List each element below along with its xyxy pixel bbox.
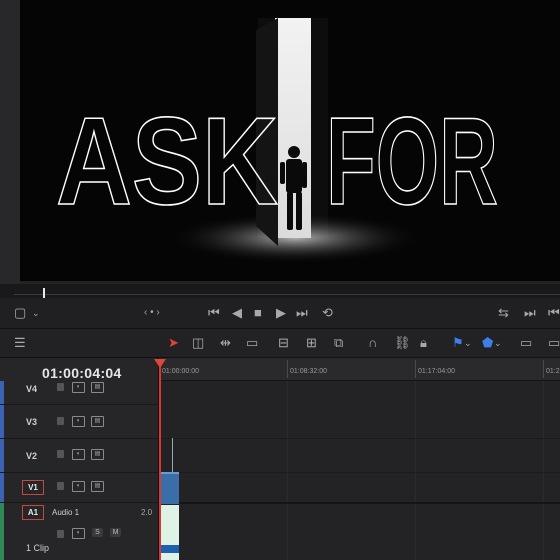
track-v3: V3 ◐ ▤ — [0, 405, 158, 439]
track-divider — [159, 502, 560, 504]
lock-icon[interactable] — [57, 530, 64, 538]
position-lock-icon[interactable]: 🔒︎ — [420, 335, 427, 351]
title-text: ASK FOR — [55, 92, 499, 232]
edit-toolbar: ☰ ➤ ◫ ⇹ ▭ ⊟ ⊞ ⧉ ∩ ⛓ 🔒︎ ⚑ ⌄ ⬟ ⌄ ▭ ▭ — [0, 329, 560, 358]
insert-clip-icon[interactable]: ⊟ — [278, 335, 289, 351]
track-level-a1: 2.0 — [141, 508, 153, 517]
chevron-down-icon[interactable]: ⌄ — [32, 305, 40, 321]
track-a1: A1 Audio 1 2.0 ◐ S M 1 Clip — [0, 503, 158, 560]
track-label-a1[interactable]: Audio 1 — [52, 508, 79, 517]
track-color-bar — [0, 503, 4, 560]
video-frame: ASK FOR — [20, 0, 560, 281]
track-color-bar — [0, 381, 4, 404]
scrubber-track — [14, 294, 560, 295]
timeline-playhead[interactable] — [159, 360, 161, 560]
lock-icon[interactable] — [57, 482, 64, 490]
jump-to-start-icon[interactable]: ⏮ — [208, 305, 220, 321]
play-icon[interactable]: ▶ — [276, 305, 286, 321]
auto-select-icon[interactable]: ◐ — [72, 416, 85, 427]
auto-select-icon[interactable]: ◐ — [72, 382, 85, 393]
track-visibility-icon[interactable]: ▤ — [91, 382, 104, 393]
blade-tool-icon[interactable]: ▭ — [246, 335, 258, 351]
jump-to-end-icon[interactable]: ⏭ — [296, 305, 308, 321]
ruler-label: 01:17:04:00 — [418, 368, 455, 375]
ruler-tick — [543, 360, 544, 378]
zoom-detail-icon[interactable]: ▭ — [548, 335, 560, 351]
scrubber-playhead[interactable] — [43, 288, 45, 298]
ruler-tick — [287, 360, 288, 378]
ruler-label: 01:08:32:00 — [290, 368, 327, 375]
timeline-timecode[interactable]: 01:00:04:04 — [42, 365, 122, 381]
last-frame-icon[interactable]: ⏮ — [548, 305, 560, 321]
selection-tool-icon[interactable]: ➤ — [168, 335, 179, 351]
clip-nav-label[interactable]: ‹ • › — [144, 305, 160, 321]
replace-clip-icon[interactable]: ⧉ — [334, 335, 343, 351]
lock-icon[interactable] — [57, 450, 64, 458]
gridline — [287, 381, 288, 560]
match-frame-icon[interactable]: ⇆ — [498, 305, 509, 321]
transport-bar: ▢ ⌄ ‹ • › ⏮ ◀ ■ ▶ ⏭ ⟲ ⇆ ⏭ ⏮ — [0, 298, 560, 329]
title-word-ask: ASK — [56, 93, 278, 231]
playhead-handle-icon[interactable] — [154, 359, 166, 368]
dynamic-trim-icon[interactable]: ⇹ — [220, 335, 231, 351]
track-v2: V2 ◐ ▤ — [0, 439, 158, 473]
track-v1: V1 ◐ ▤ — [0, 473, 158, 503]
track-name-v3: V3 — [26, 417, 38, 427]
track-visibility-icon[interactable]: ▤ — [91, 481, 104, 492]
track-visibility-icon[interactable]: ▤ — [91, 449, 104, 460]
marker-icon[interactable]: ⬟ — [482, 335, 493, 351]
timeline-ruler[interactable]: 01:00:00:00 01:08:32:00 01:17:04:00 01:2 — [159, 358, 560, 381]
track-color-bar — [0, 439, 4, 472]
ruler-tick — [415, 360, 416, 378]
viewer-scrubber[interactable] — [0, 284, 560, 298]
transform-icon[interactable]: ▢ — [14, 305, 26, 321]
track-name-a1[interactable]: A1 — [22, 505, 44, 520]
auto-select-icon[interactable]: ◐ — [72, 481, 85, 492]
lock-icon[interactable] — [57, 383, 64, 391]
video-clip[interactable] — [160, 472, 179, 504]
track-divider — [159, 438, 560, 439]
track-name-v1[interactable]: V1 — [22, 480, 44, 495]
mute-button[interactable]: M — [110, 528, 121, 537]
ruler-label: 01:2 — [546, 368, 560, 375]
track-divider — [159, 472, 560, 473]
track-name-v4: V4 — [26, 384, 38, 394]
overwrite-clip-icon[interactable]: ⊞ — [306, 335, 317, 351]
track-name-v2: V2 — [26, 451, 38, 461]
flag-icon[interactable]: ⚑ — [452, 335, 464, 351]
track-color-bar — [0, 473, 4, 502]
next-frame-icon[interactable]: ⏭ — [524, 305, 536, 321]
trim-tool-icon[interactable]: ◫ — [192, 335, 204, 351]
track-v4: V4 ◐ ▤ — [0, 381, 158, 405]
zoom-full-icon[interactable]: ▭ — [520, 335, 532, 351]
auto-select-icon[interactable]: ◐ — [72, 449, 85, 460]
track-color-bar — [0, 405, 4, 438]
timeline-tracks-area[interactable] — [159, 381, 560, 560]
loop-icon[interactable]: ⟲ — [322, 305, 333, 321]
flag-chevron-down-icon[interactable]: ⌄ — [464, 335, 472, 351]
viewer-side-strip — [0, 0, 20, 284]
stop-icon[interactable]: ■ — [254, 305, 262, 321]
clip-count: 1 Clip — [26, 543, 50, 553]
lock-icon[interactable] — [57, 417, 64, 425]
auto-select-icon[interactable]: ◐ — [72, 528, 85, 539]
audio-clip-waveform — [160, 545, 179, 553]
play-reverse-icon[interactable]: ◀ — [232, 305, 242, 321]
gridline — [543, 381, 544, 560]
title-word-for: FOR — [326, 93, 498, 231]
solo-button[interactable]: S — [92, 528, 103, 537]
ruler-label: 01:00:00:00 — [162, 368, 199, 375]
gridline — [415, 381, 416, 560]
marker-chevron-down-icon[interactable]: ⌄ — [494, 335, 502, 351]
clip-marker-line — [172, 438, 173, 472]
timeline-options-icon[interactable]: ☰ — [14, 335, 26, 351]
video-preview[interactable]: ASK FOR — [20, 0, 560, 281]
snapping-icon[interactable]: ∩ — [368, 335, 377, 351]
linked-selection-icon[interactable]: ⛓ — [394, 335, 411, 351]
track-visibility-icon[interactable]: ▤ — [91, 416, 104, 427]
